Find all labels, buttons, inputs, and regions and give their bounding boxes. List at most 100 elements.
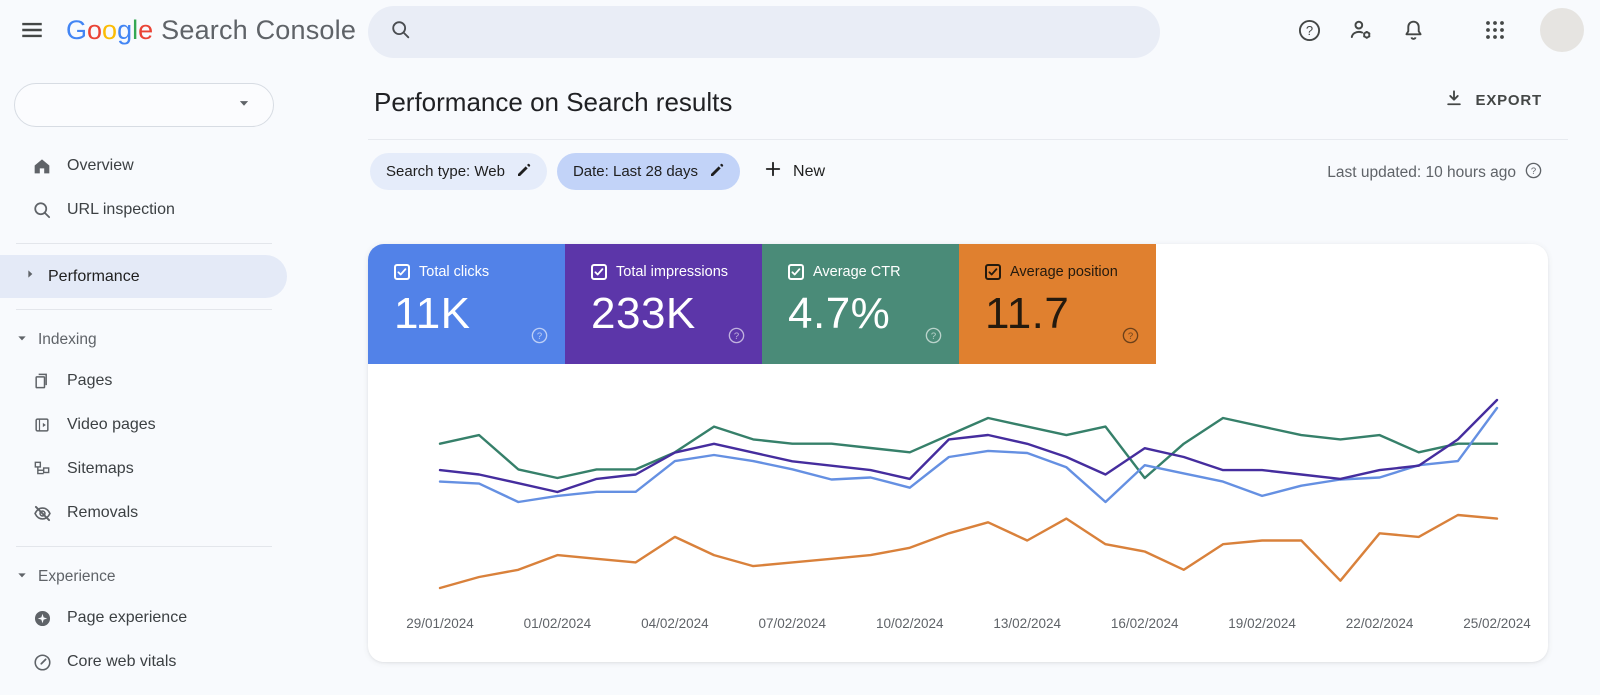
sidebar-item-page-experience[interactable]: Page experience: [0, 596, 288, 640]
last-updated-text: Last updated: 10 hours ago: [1327, 164, 1516, 181]
filter-chip-search-type[interactable]: Search type: Web: [370, 153, 547, 190]
x-axis-tick-label: 29/01/2024: [406, 616, 474, 631]
product-name: Search Console: [161, 14, 357, 45]
sidebar-item-label: Sitemaps: [67, 460, 134, 477]
svg-text:?: ?: [1531, 166, 1536, 177]
svg-text:?: ?: [1128, 331, 1133, 342]
sidebar-nav: Overview URL inspection Performance Inde…: [0, 144, 288, 684]
checkbox-checked-icon[interactable]: [394, 264, 410, 280]
pages-icon: [30, 371, 54, 391]
metric-tile-total-clicks[interactable]: Total clicks 11K ?: [368, 244, 565, 364]
avatar[interactable]: [1540, 8, 1584, 52]
notifications-icon[interactable]: [1400, 17, 1426, 43]
help-icon[interactable]: ?: [1296, 17, 1322, 43]
x-axis-tick-label: 07/02/2024: [759, 616, 827, 631]
search-icon: [30, 200, 54, 221]
help-icon[interactable]: ?: [1524, 161, 1543, 185]
checkbox-checked-icon[interactable]: [985, 264, 1001, 280]
property-selector[interactable]: [14, 83, 274, 127]
sitemaps-icon: [30, 459, 54, 479]
metric-label: Total impressions: [616, 264, 729, 280]
new-filter-button[interactable]: New: [763, 159, 825, 184]
performance-card: Total clicks 11K ? Total impressions 233…: [368, 244, 1548, 662]
metric-tile-total-impressions[interactable]: Total impressions 233K ?: [565, 244, 762, 364]
sidebar-item-label: Page experience: [67, 609, 188, 626]
home-icon: [30, 155, 54, 177]
help-icon[interactable]: ?: [1121, 326, 1140, 350]
svg-text:?: ?: [537, 331, 542, 342]
metric-label: Average position: [1010, 264, 1118, 280]
core-web-vitals-icon: [30, 652, 54, 673]
checkbox-checked-icon[interactable]: [788, 264, 804, 280]
search-icon: [390, 19, 412, 46]
metric-tiles: Total clicks 11K ? Total impressions 233…: [368, 244, 1156, 364]
sidebar-item-label: Pages: [67, 372, 113, 389]
sidebar-item-overview[interactable]: Overview: [0, 144, 288, 188]
section-label: Experience: [38, 568, 116, 585]
removals-icon: [30, 503, 54, 524]
x-axis-tick-label: 25/02/2024: [1463, 616, 1531, 631]
x-axis-tick-label: 19/02/2024: [1228, 616, 1296, 631]
sidebar-section-indexing[interactable]: Indexing: [0, 321, 288, 359]
chart-line-ctr: [438, 416, 1499, 480]
x-axis-tick-label: 10/02/2024: [876, 616, 944, 631]
checkbox-checked-icon[interactable]: [591, 264, 607, 280]
metric-tile-average-position[interactable]: Average position 11.7 ?: [959, 244, 1156, 364]
chip-label: Search type: Web: [386, 163, 505, 180]
sidebar-item-label: Overview: [67, 157, 134, 174]
menu-icon[interactable]: [8, 6, 56, 54]
filter-chips: Search type: Web Date: Last 28 days New: [370, 153, 825, 190]
sidebar-section-experience[interactable]: Experience: [0, 558, 288, 596]
edit-pencil-icon[interactable]: [515, 161, 533, 183]
help-icon[interactable]: ?: [727, 326, 746, 350]
chart-line-clicks: [438, 406, 1499, 504]
sidebar-item-removals[interactable]: Removals: [0, 491, 288, 535]
download-icon: [1444, 88, 1464, 112]
sidebar-item-label: URL inspection: [67, 201, 175, 218]
sidebar-item-core-web-vitals[interactable]: Core web vitals: [0, 640, 288, 684]
page-experience-icon: [30, 608, 54, 629]
apps-grid-icon[interactable]: [1482, 17, 1508, 43]
sidebar-item-label: Performance: [48, 267, 140, 285]
help-icon[interactable]: ?: [924, 326, 943, 350]
sidebar-item-url-inspection[interactable]: URL inspection: [0, 188, 288, 232]
sidebar-item-pages[interactable]: Pages: [0, 359, 288, 403]
metric-tile-average-ctr[interactable]: Average CTR 4.7% ?: [762, 244, 959, 364]
chart-svg: 29/01/2024 01/02/2024 04/02/2024 07/02/2024…: [406, 398, 1531, 631]
dropdown-caret-icon: [233, 92, 255, 119]
edit-pencil-icon[interactable]: [708, 161, 726, 183]
divider: [368, 139, 1568, 140]
export-label: EXPORT: [1475, 91, 1542, 109]
sidebar-item-performance[interactable]: Performance: [0, 255, 287, 298]
help-icon[interactable]: ?: [530, 326, 549, 350]
metric-label: Total clicks: [419, 264, 490, 280]
sidebar-item-label: Video pages: [67, 416, 156, 433]
arrow-drop-down-icon: [14, 567, 30, 588]
performance-line-chart[interactable]: 29/01/2024 01/02/2024 04/02/2024 07/02/2024…: [368, 364, 1548, 662]
sidebar-item-label: Removals: [67, 504, 139, 521]
app-logo[interactable]: Google Search Console: [66, 15, 356, 46]
video-pages-icon: [30, 415, 54, 435]
chevron-right-icon: [22, 266, 38, 287]
sidebar-item-video-pages[interactable]: Video pages: [0, 403, 288, 447]
svg-text:?: ?: [931, 331, 936, 342]
new-label: New: [793, 162, 826, 180]
chart-line-impressions: [438, 398, 1499, 494]
last-updated: Last updated: 10 hours ago ?: [1327, 161, 1543, 185]
plus-icon: [763, 159, 783, 184]
top-app-bar: Google Search Console ?: [0, 0, 1600, 60]
search-input[interactable]: [368, 6, 1160, 58]
section-label: Indexing: [38, 331, 97, 348]
filter-chip-date[interactable]: Date: Last 28 days: [556, 153, 741, 190]
topbar-actions: ?: [1296, 0, 1584, 60]
sidebar-item-sitemaps[interactable]: Sitemaps: [0, 447, 288, 491]
x-axis-tick-label: 04/02/2024: [641, 616, 709, 631]
sidebar-item-label: Core web vitals: [67, 653, 177, 670]
sidebar: Overview URL inspection Performance Inde…: [0, 60, 288, 695]
arrow-drop-down-icon: [14, 330, 30, 351]
x-axis-tick-label: 01/02/2024: [524, 616, 592, 631]
export-button[interactable]: EXPORT: [1444, 88, 1542, 112]
page-title: Performance on Search results: [374, 87, 733, 117]
chart-line-position: [438, 513, 1499, 590]
user-settings-icon[interactable]: [1348, 17, 1374, 43]
